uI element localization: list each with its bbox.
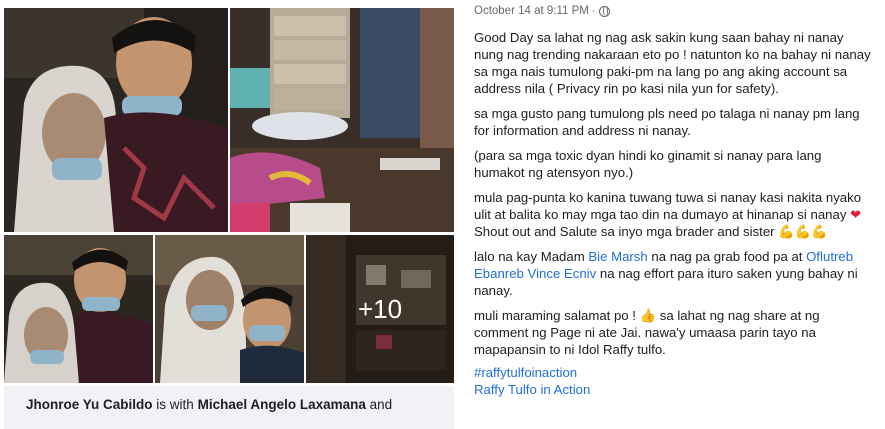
paragraph-6-text-a: muli maraming salamat po ! [474,308,636,323]
author-link[interactable]: Jhonroe Yu Cabildo [26,397,153,412]
more-photos-count: +10 [357,293,403,324]
photo-gallery: +10 Jhonroe Yu Cabildo is with Michael A… [0,0,458,429]
post-tags: #raffytulfoinaction Raffy Tulfo in Actio… [474,364,874,398]
post-panel: October 14 at 9:11 PM · Good Day sa laha… [458,0,885,429]
post-paragraph-6: muli maraming salamat po ! 👍 sa lahat ng… [474,307,874,358]
paragraph-5-text-b: na nag pa grab food pa at [651,249,803,264]
post-paragraph-5: lalo na kay Madam Bie Marsh na nag pa gr… [474,248,874,299]
caption-with-text: is with [156,397,194,412]
post-paragraph-3: (para sa mga toxic dyan hindi ko ginamit… [474,148,822,180]
post-paragraph-2: sa mga gusto pang tumulong pls need po t… [474,106,860,138]
meta-separator: · [591,5,596,17]
gallery-photo-2[interactable] [230,8,454,232]
tagged-user-link[interactable]: Michael Angelo Laxamana [198,397,366,412]
photo-1-image [4,8,228,232]
post-body: Good Day sa lahat ng nag ask sakin kung … [474,29,874,398]
gallery-photo-3[interactable] [4,235,153,383]
paragraph-4-text-b: Shout out and Salute sa inyo mga brader … [474,224,775,239]
photo-2-image [230,8,454,232]
page-link[interactable]: Raffy Tulfo in Action [474,381,874,398]
gallery-photo-1[interactable] [4,8,228,232]
post-paragraph-4: mula pag-punta ko kanina tuwang tuwa si … [474,189,874,240]
post-meta: October 14 at 9:11 PM · [474,5,610,17]
gallery-photo-4[interactable] [155,235,304,383]
mention-link-bie-marsh[interactable]: Bie Marsh [588,249,647,264]
flexed-biceps-icon: 💪💪💪 [778,224,828,239]
heart-icon: ❤ [850,207,862,222]
post-paragraph-1: Good Day sa lahat ng nag ask sakin kung … [474,30,871,96]
post-caption: Jhonroe Yu Cabildo is with Michael Angel… [26,397,392,412]
thumbs-up-icon: 👍 [639,308,657,323]
photo-4-image [155,235,304,383]
more-photos-overlay[interactable]: +10 [306,235,454,383]
paragraph-4-text-a: mula pag-punta ko kanina tuwang tuwa si … [474,190,862,222]
globe-icon[interactable] [598,5,610,17]
post-timestamp[interactable]: October 14 at 9:11 PM [474,5,589,17]
hashtag-link[interactable]: #raffytulfoinaction [474,364,874,381]
photo-3-image [4,235,153,383]
caption-and-text: and [369,397,393,412]
paragraph-5-text-a: lalo na kay Madam [474,249,585,264]
gallery-photo-more[interactable]: +10 [306,235,454,383]
